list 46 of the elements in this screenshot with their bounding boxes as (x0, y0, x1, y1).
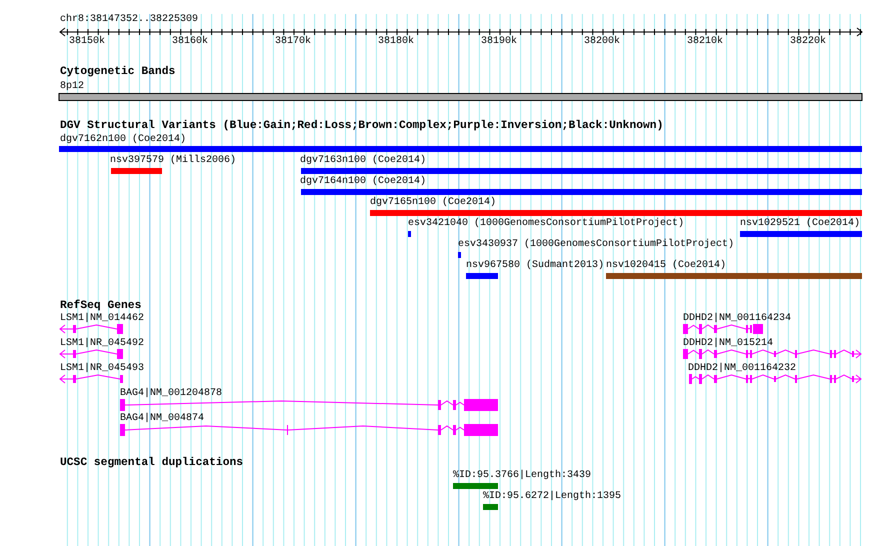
variant-label: dgv7164n100 (Coe2014) (300, 176, 426, 188)
track-title: RefSeq Genes (60, 300, 142, 312)
variant-bar[interactable] (466, 273, 498, 279)
track-title: DGV Structural Variants (Blue:Gain;Red:Loss;Brown:Complex;Purple:Inversion;Black:Unknown) (60, 120, 664, 133)
gene-label: LSM1|NR_045492 (60, 338, 144, 350)
scale-label: 38180k (378, 36, 414, 48)
variant-label: nsv1029521 (Coe2014) (740, 218, 860, 230)
scale-label: 38220k (790, 36, 826, 48)
track-title: Cytogenetic Bands (60, 66, 176, 79)
scale-label: 38160k (172, 36, 208, 48)
duplication-bar[interactable] (483, 504, 498, 510)
scale-label: 38200k (584, 36, 620, 48)
variant-bar[interactable] (606, 273, 862, 279)
variant-bar[interactable] (301, 189, 862, 195)
gene-label: DDHD2|NM_001164234 (683, 313, 792, 325)
variant-label: nsv967580 (Sudmant2013) (466, 260, 604, 272)
variant-label: dgv7165n100 (Coe2014) (370, 197, 496, 209)
duplication-label: %ID:95.6272|Length:1395 (483, 491, 622, 503)
duplication-bar[interactable] (453, 483, 498, 489)
variant-bar[interactable] (59, 146, 862, 152)
scale-label: 38150k (69, 36, 106, 48)
variant-bar[interactable] (458, 252, 461, 258)
gene-label: LSM1|NM_014462 (60, 313, 144, 325)
scale-label: 38210k (687, 36, 724, 48)
variant-bar[interactable] (111, 168, 162, 174)
location-label: chr8:38147352..38225309 (60, 14, 198, 26)
gene-label: DDHD2|NM_015214 (683, 338, 774, 350)
variant-label: esv3430937 (1000GenomesConsortiumPilotProject) (458, 239, 734, 251)
scale-label: 38190k (481, 36, 518, 48)
gene-label: BAG4|NM_001204878 (120, 388, 222, 400)
variant-label: nsv1020415 (Coe2014) (606, 260, 726, 272)
variant-bar[interactable] (408, 231, 411, 237)
variant-bar[interactable] (301, 168, 862, 174)
variant-bar[interactable] (740, 231, 862, 237)
variant-label: nsv397579 (Mills2006) (110, 155, 236, 167)
variant-label: dgv7162n100 (Coe2014) (60, 134, 186, 146)
track-title: UCSC segmental duplications (60, 457, 244, 470)
gene-label: DDHD2|NM_001164232 (688, 363, 796, 375)
variant-bar[interactable] (370, 210, 862, 216)
gene-label: BAG4|NM_004874 (120, 413, 204, 425)
duplication-label: %ID:95.3766|Length:3439 (453, 470, 592, 482)
variant-label: esv3421040 (1000GenomesConsortiumPilotProject) (408, 218, 684, 230)
band-label: 8p12 (60, 81, 84, 93)
scale-label: 38170k (275, 36, 312, 48)
gene-label: LSM1|NR_045493 (60, 363, 144, 375)
variant-label: dgv7163n100 (Coe2014) (300, 155, 426, 167)
